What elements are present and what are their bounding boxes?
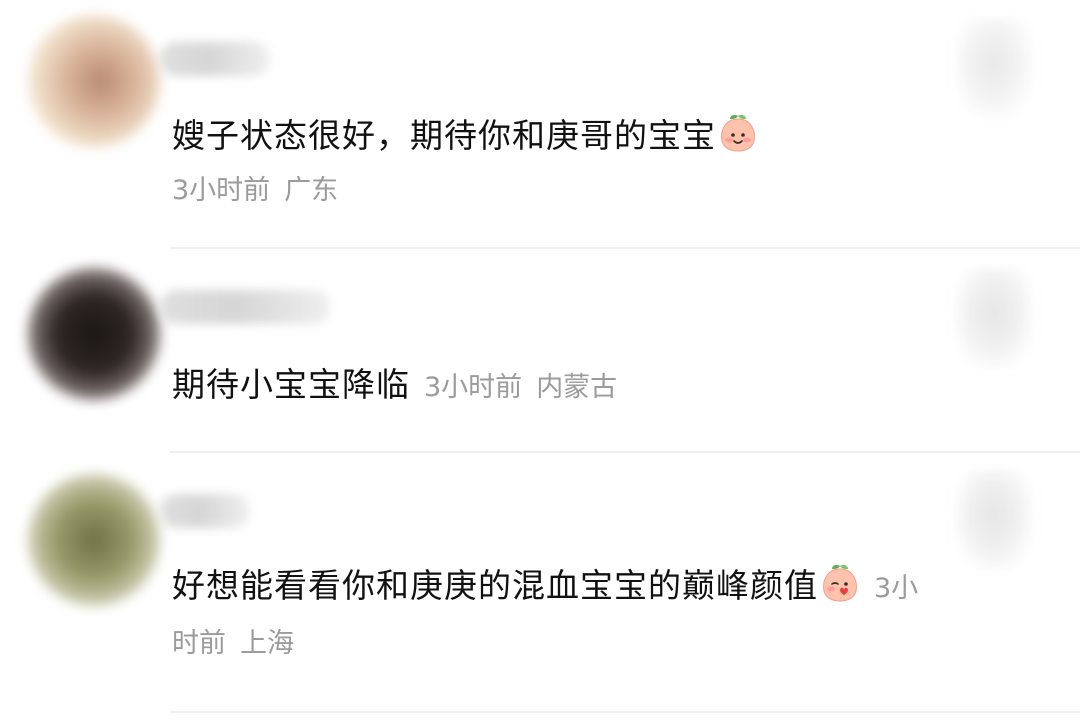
smiling-face-emoji: [721, 115, 755, 152]
comment-text: 期待小宝宝降临 3小时前 内蒙古: [172, 359, 930, 414]
comment-list: 嫂子状态很好，期待你和庚哥的宝宝 3小时前 广东 期待小宝宝降临 3小时前 内蒙古: [0, 0, 1080, 726]
blowing-kiss-emoji: [823, 565, 857, 602]
comment-body: 嫂子状态很好，期待你和庚哥的宝宝: [172, 116, 716, 155]
username[interactable]: [160, 290, 330, 324]
username[interactable]: [160, 42, 270, 76]
username[interactable]: [160, 494, 250, 528]
like-icon[interactable]: [955, 470, 1033, 570]
comment-location: 广东: [284, 175, 339, 206]
comment-item: 好想能看看你和庚庚的混血宝宝的巅峰颜值 3小时前 上海: [0, 452, 1080, 726]
comment-body: 期待小宝宝降临: [172, 365, 410, 404]
comment-text: 嫂子状态很好，期待你和庚哥的宝宝 3小时前 广东: [172, 110, 930, 217]
comment-time: 3小时前: [424, 372, 523, 403]
comment-item: 嫂子状态很好，期待你和庚哥的宝宝 3小时前 广东: [0, 0, 1080, 248]
comment-location: 内蒙古: [536, 372, 618, 403]
like-icon[interactable]: [955, 18, 1033, 118]
avatar[interactable]: [28, 474, 160, 606]
like-icon[interactable]: [955, 268, 1033, 368]
comment-body: 好想能看看你和庚庚的混血宝宝的巅峰颜值: [172, 566, 818, 605]
avatar[interactable]: [28, 268, 160, 400]
avatar[interactable]: [28, 15, 160, 147]
comment-text: 好想能看看你和庚庚的混血宝宝的巅峰颜值 3小时前 上海: [172, 560, 930, 670]
comment-location: 上海: [240, 628, 294, 659]
divider: [170, 711, 1080, 713]
comment-item: 期待小宝宝降临 3小时前 内蒙古: [0, 248, 1080, 451]
comment-time: 3小时前: [172, 175, 271, 206]
